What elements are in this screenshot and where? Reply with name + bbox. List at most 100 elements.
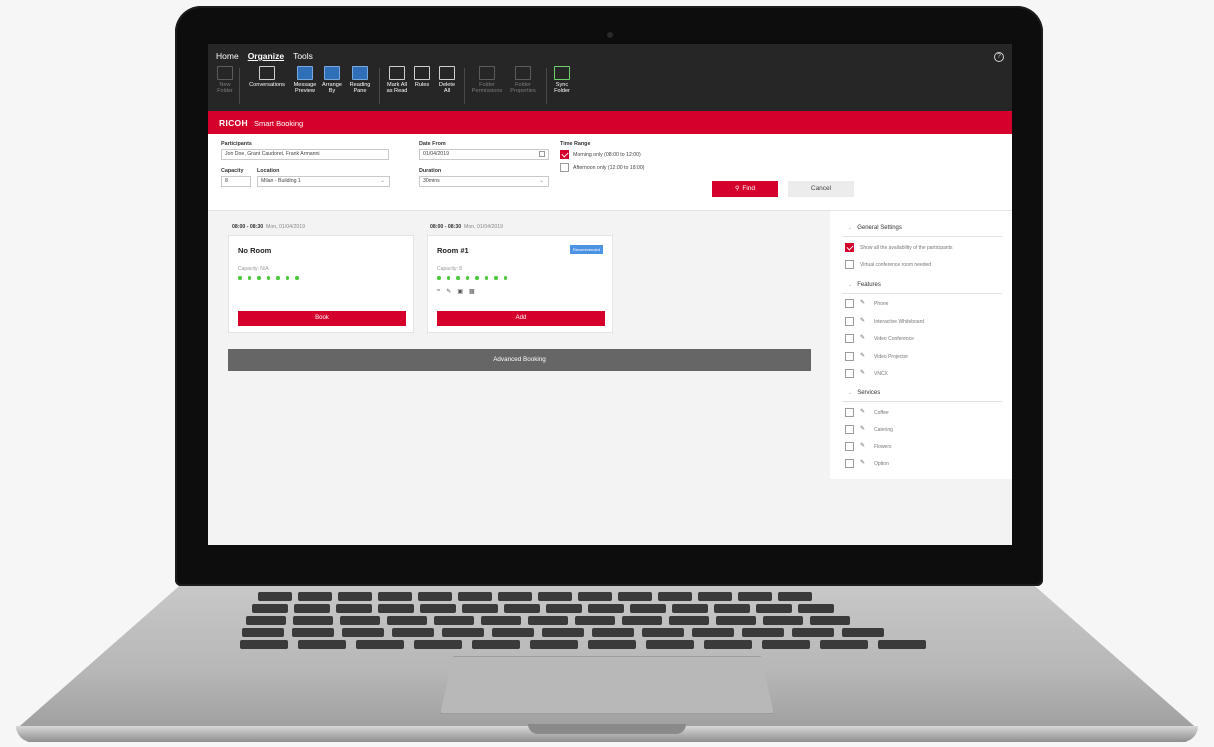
chevron-down-icon: ⌄	[848, 390, 853, 396]
advanced-booking-button[interactable]: Advanced Booking	[228, 349, 811, 371]
keyboard-key	[742, 628, 784, 637]
keyboard-key	[342, 628, 384, 637]
keyboard-key	[622, 616, 662, 625]
keyboard-key	[669, 616, 709, 625]
calendar-icon[interactable]	[539, 151, 545, 157]
keyboard-key	[630, 604, 666, 613]
search-form: Participants Jon Doe, Grant Caudoret, Fr…	[208, 134, 1012, 211]
keyboard-key	[578, 592, 612, 601]
keyboard-key	[387, 616, 427, 625]
keyboard-key	[258, 592, 292, 601]
rules-icon	[414, 66, 430, 80]
capacity-label: Capacity	[221, 168, 244, 174]
mark-all-read-button[interactable]: Mark All as Read	[383, 66, 411, 94]
keyboard-key	[716, 616, 756, 625]
keyboard-key	[336, 604, 372, 613]
search-icon: ⚲	[734, 186, 740, 192]
arrange-by-label: Arrange By	[322, 82, 342, 95]
keyboard-key	[646, 640, 694, 649]
video-conference-icon: ✎	[860, 335, 866, 341]
feature-checkbox-vncx[interactable]	[845, 369, 854, 378]
keyboard-key	[738, 592, 772, 601]
services-title: Services	[857, 390, 881, 396]
availability-dot	[266, 276, 270, 280]
keyboard-key	[434, 616, 474, 625]
feature-checkbox-phone[interactable]	[845, 299, 854, 308]
duration-select[interactable]: 30mins ⌄	[419, 176, 549, 187]
outlook-ribbon: Home Organize Tools ? New Folder Convers…	[208, 44, 1012, 111]
service-checkbox-catering[interactable]	[845, 425, 854, 434]
keyboard-key	[618, 592, 652, 601]
folder-properties-button[interactable]: Folder Properties	[506, 66, 540, 94]
arrange-by-button[interactable]: Arrange By	[318, 66, 346, 94]
location-value: Milan - Building 1	[261, 178, 301, 184]
keyboard-key	[878, 640, 926, 649]
availability-dot	[437, 276, 441, 280]
feature-checkbox-whiteboard[interactable]	[845, 317, 854, 326]
new-folder-icon	[217, 66, 233, 80]
keyboard-key	[588, 640, 636, 649]
services-header[interactable]: ⌄ Services	[848, 390, 880, 396]
projector-icon: ✎	[860, 353, 866, 359]
book-button[interactable]: Book	[238, 311, 406, 326]
general-settings-header[interactable]: ⌄ General Settings	[848, 225, 902, 231]
folder-permissions-button[interactable]: Folder Permissions	[469, 66, 505, 94]
tab-home[interactable]: Home	[216, 51, 239, 61]
room-card: Room #1 Recommended Capacity: 8 ≈ ✎ ▣ ▩ …	[427, 235, 613, 333]
slot-header: 08:00 - 08:30 Mon, 01/04/2019	[232, 224, 305, 230]
sync-folder-label: Sync Folder	[554, 82, 570, 95]
tab-organize[interactable]: Organize	[248, 51, 284, 61]
laptop-screen: Home Organize Tools ? New Folder Convers…	[208, 44, 1012, 545]
keyboard-key	[575, 616, 615, 625]
message-preview-label: Message Preview	[293, 82, 317, 95]
service-checkbox-option[interactable]	[845, 459, 854, 468]
keyboard-key	[530, 640, 578, 649]
keyboard-key	[762, 640, 810, 649]
participants-field[interactable]: Jon Doe, Grant Caudoret, Frank Armanni	[221, 149, 389, 160]
delete-all-button[interactable]: Delete All	[435, 66, 459, 94]
video-icon: ▣	[457, 289, 463, 295]
find-button[interactable]: ⚲ Find	[712, 181, 778, 197]
availability-dot	[494, 276, 498, 280]
keyboard-key	[546, 604, 582, 613]
feature-checkbox-projector[interactable]	[845, 352, 854, 361]
availability-dot	[456, 276, 460, 280]
rules-label: Rules	[414, 82, 430, 88]
divider	[842, 293, 1002, 294]
message-preview-button[interactable]: Message Preview	[290, 66, 320, 94]
location-select[interactable]: Milan - Building 1 ⌄	[257, 176, 390, 187]
chevron-down-icon: ⌄	[848, 282, 853, 288]
keyboard-key	[642, 628, 684, 637]
tab-tools[interactable]: Tools	[293, 51, 313, 61]
keyboard-key	[298, 640, 346, 649]
virtual-room-checkbox[interactable]	[845, 260, 854, 269]
reading-pane-button[interactable]: Reading Pane	[346, 66, 374, 94]
add-button[interactable]: Add	[437, 311, 605, 326]
keyboard-key	[704, 640, 752, 649]
cancel-button[interactable]: Cancel	[788, 181, 854, 197]
date-from-label: Date From	[419, 141, 446, 147]
service-checkbox-coffee[interactable]	[845, 408, 854, 417]
vncx-icon: ✎	[860, 370, 866, 376]
capacity-field[interactable]: 8	[221, 176, 251, 187]
conversations-button[interactable]: Conversations	[244, 66, 290, 88]
slot-date: Mon, 01/04/2019	[464, 224, 503, 230]
help-icon[interactable]: ?	[994, 52, 1004, 62]
features-title: Features	[857, 282, 881, 288]
reading-pane-icon	[352, 66, 368, 80]
feature-checkbox-video-conference[interactable]	[845, 334, 854, 343]
date-from-field[interactable]: 01/04/2019	[419, 149, 549, 160]
afternoon-checkbox[interactable]	[560, 163, 569, 172]
morning-checkbox[interactable]	[560, 150, 569, 159]
sync-folder-button[interactable]: Sync Folder	[551, 66, 573, 94]
show-availability-checkbox[interactable]	[845, 243, 854, 252]
keyboard-key	[692, 628, 734, 637]
keyboard-key	[340, 616, 380, 625]
features-header[interactable]: ⌄ Features	[848, 282, 881, 288]
app-title: Smart Booking	[254, 118, 304, 128]
reading-pane-label: Reading Pane	[349, 82, 371, 95]
availability-dot	[484, 276, 488, 280]
rules-button[interactable]: Rules	[411, 66, 433, 88]
new-folder-button[interactable]: New Folder	[214, 66, 236, 94]
service-checkbox-flowers[interactable]	[845, 442, 854, 451]
